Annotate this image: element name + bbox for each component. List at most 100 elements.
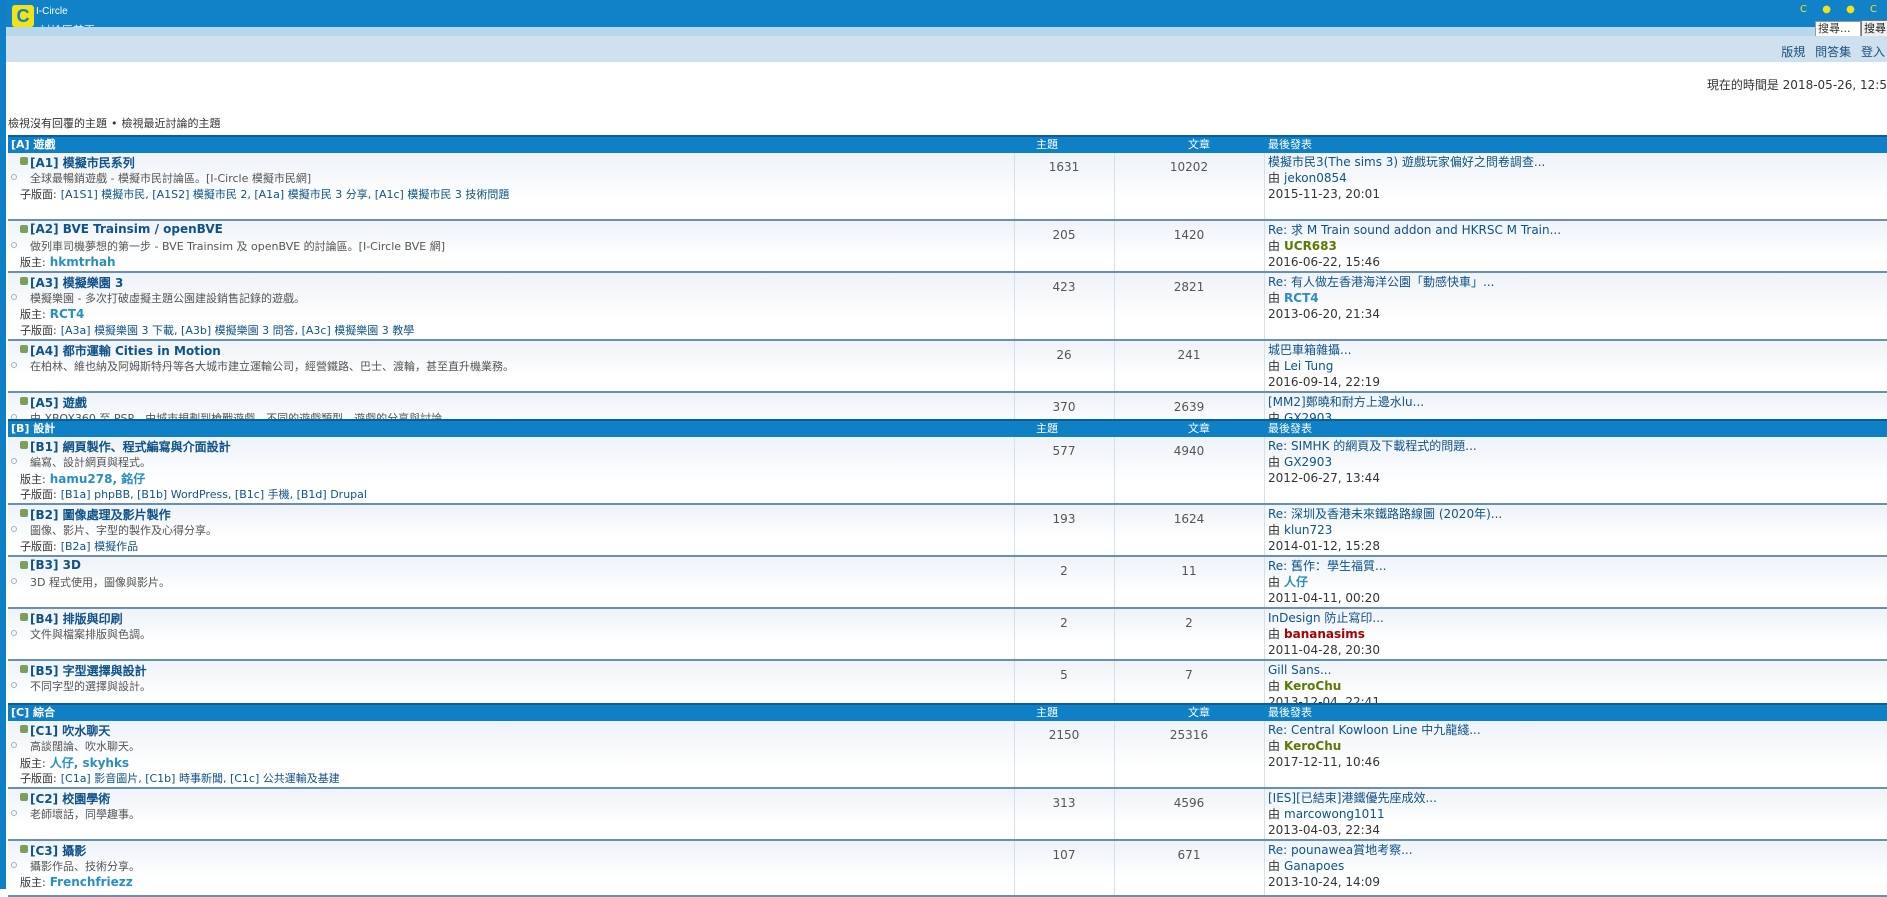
column-divider [1264, 341, 1265, 391]
active-topics-link[interactable]: 檢視最近討論的主題 [122, 117, 221, 130]
forum-category: [A] 遊戲 主題 文章 最後發表 [A1] 模擬市民系列 全球最暢銷遊戲 - 模擬市民討… [8, 135, 1887, 446]
last-post-title[interactable]: 城巴車箱雜攝... [1268, 342, 1380, 358]
subforum-links[interactable]: [A3a] 模擬樂園 3 下載, [A3b] 模擬樂園 3 問答, [A3c] … [61, 324, 415, 337]
last-post-author[interactable]: bananasims [1284, 627, 1365, 641]
moderator-names[interactable]: RCT4 [50, 307, 85, 321]
forum-name[interactable]: [A1] 模擬市民系列 [30, 154, 135, 171]
moderator-names[interactable]: hkmtrhah [50, 255, 116, 269]
forum-name[interactable]: [C3] 攝影 [30, 842, 86, 859]
last-post-title[interactable]: 模擬市民3(The sims 3) 遊戲玩家偏好之問卷調查... [1268, 154, 1545, 170]
forum-subforums: 子版面: [C1a] 影音圖片, [C1b] 時事新聞, [C1c] 公共運輸及基… [20, 770, 340, 786]
post-count: 241 [1177, 348, 1201, 362]
category-header: [B] 設計 主題 文章 最後發表 [8, 419, 1887, 437]
subforum-links[interactable]: [B1a] phpBB, [B1b] WordPress, [B1c] 手機, … [61, 488, 367, 501]
forum-name[interactable]: [B5] 字型選擇與設計 [30, 662, 147, 679]
last-post-author[interactable]: marcowong1011 [1284, 807, 1385, 821]
forum-moderators: 版主: hamu278, 銘仔 [20, 470, 145, 487]
column-divider [1264, 557, 1265, 607]
forum-status-icon [20, 397, 28, 405]
forum-subforums: 子版面: [B1a] phpBB, [B1b] WordPress, [B1c] … [20, 486, 367, 502]
last-post-author[interactable]: KeroChu [1284, 739, 1341, 753]
subforum-label: 子版面: [20, 772, 57, 785]
topics-column-header: 主題 [1036, 422, 1058, 435]
forum-name[interactable]: [B2] 圖像處理及影片製作 [30, 506, 171, 523]
forum-name[interactable]: [C2] 校園學術 [30, 790, 110, 807]
last-post: Re: 深圳及香港未來鐵路路線圖 (2020年)... 由 klun723 2014-… [1268, 506, 1502, 554]
forum-name[interactable]: [A2] BVE Trainsim / openBVE [30, 222, 223, 236]
posts-column-header: 文章 [1188, 138, 1210, 151]
forum-name[interactable]: [B3] 3D [30, 558, 81, 572]
last-post-author[interactable]: Lei Tung [1284, 359, 1333, 373]
forum-name[interactable]: [C1] 吹水聊天 [30, 722, 110, 739]
last-post-date: 2011-04-28, 20:30 [1268, 643, 1380, 657]
forum-row: [A4] 都市運輸 Cities in Motion 在柏林、維也納及阿姆斯特丹等… [8, 341, 1887, 393]
last-post-title[interactable]: Re: pounawea賞地考察... [1268, 842, 1413, 858]
last-post-title[interactable]: InDesign 防止寫印... [1268, 610, 1384, 626]
last-post-author[interactable]: GX2903 [1284, 455, 1332, 469]
last-post-title[interactable]: [IES][已結束]港鐵優先座成效... [1268, 790, 1437, 806]
forum-category: [C] 綜合 主題 文章 最後發表 [C1] 吹水聊天 高談闊論、吹水聊天。 版主: 人仔, … [8, 703, 1887, 897]
search-input[interactable]: 搜尋... [1815, 21, 1861, 37]
last-post: 模擬市民3(The sims 3) 遊戲玩家偏好之問卷調查... 由 jekon08… [1268, 154, 1545, 202]
nav-login-link[interactable]: 登入 [1861, 45, 1885, 59]
site-header: C I-Circle 討論區首頁 C ● ● C [6, 0, 1887, 36]
forum-moderators: 版主: RCT4 [20, 306, 84, 322]
last-post-author-line: 由 GX2903 [1268, 454, 1477, 470]
last-post-author-line: 由 Lei Tung [1268, 358, 1380, 374]
category-name[interactable]: [C] 綜合 [11, 705, 55, 721]
last-post-author[interactable]: Ganapoes [1284, 859, 1344, 873]
last-post-author[interactable]: KeroChu [1284, 679, 1341, 693]
last-post-title[interactable]: Re: 深圳及香港未來鐵路路線圖 (2020年)... [1268, 506, 1502, 522]
last-post-title[interactable]: Re: Central Kowloon Line 中九龍綫... [1268, 722, 1481, 738]
by-label: 由 [1268, 807, 1281, 821]
forum-status-icon [20, 157, 28, 165]
last-post: 城巴車箱雜攝... 由 Lei Tung 2016-09-14, 22:19 [1268, 342, 1380, 390]
last-post-title[interactable]: Gill Sans... [1268, 662, 1380, 678]
last-post-date: 2011-04-11, 00:20 [1268, 591, 1380, 605]
last-post-author[interactable]: RCT4 [1284, 291, 1319, 305]
last-post-author[interactable]: klun723 [1284, 523, 1332, 537]
last-post-title[interactable]: Re: 有人做左香港海洋公園「動感快車」... [1268, 274, 1494, 290]
last-post-title[interactable]: Re: SIMHK 的網頁及下載程式的問題... [1268, 438, 1477, 454]
post-count: 1624 [1173, 512, 1205, 526]
last-post-date: 2016-06-22, 15:46 [1268, 255, 1380, 269]
site-logo[interactable]: C [12, 5, 34, 27]
last-post: Re: SIMHK 的網頁及下載程式的問題... 由 GX2903 2012-06-2… [1268, 438, 1477, 486]
moderator-names[interactable]: 人仔, skyhks [50, 756, 129, 770]
bullet-icon [11, 362, 17, 368]
post-count: 671 [1177, 848, 1201, 862]
forum-name[interactable]: [A5] 遊戲 [30, 394, 87, 411]
subforum-links[interactable]: [C1a] 影音圖片, [C1b] 時事新聞, [C1c] 公共運輸及基建 [61, 772, 340, 785]
forum-name[interactable]: [B4] 排版與印刷 [30, 610, 123, 627]
moderator-label: 版主: [20, 473, 46, 486]
category-header: [C] 綜合 主題 文章 最後發表 [8, 703, 1887, 721]
last-post-title[interactable]: [MM2]鄭曉和耐方上邊水lu... [1268, 394, 1424, 410]
last-post-author-line: 由 KeroChu [1268, 738, 1481, 754]
subforum-links[interactable]: [A1S1] 模擬市民, [A1S2] 模擬市民 2, [A1a] 模擬市民 3… [61, 188, 510, 201]
forum-name[interactable]: [A3] 模擬樂園 3 [30, 274, 123, 291]
last-post-author[interactable]: jekon0854 [1284, 171, 1347, 185]
moderator-names[interactable]: Frenchfriezz [50, 875, 133, 889]
subforum-links[interactable]: [B2a] 模擬作品 [61, 540, 138, 553]
forum-name[interactable]: [A4] 都市運輸 Cities in Motion [30, 342, 221, 359]
forum-status-icon [20, 561, 28, 569]
last-post-author[interactable]: UCR683 [1284, 239, 1337, 253]
nav-faq-link[interactable]: 問答集 [1815, 45, 1851, 59]
last-post-author-line: 由 Ganapoes [1268, 858, 1413, 874]
unanswered-topics-link[interactable]: 檢視沒有回覆的主題 [8, 117, 107, 130]
by-label: 由 [1268, 859, 1281, 873]
column-divider [1264, 437, 1265, 503]
category-name[interactable]: [A] 遊戲 [11, 137, 55, 153]
category-name[interactable]: [B] 設計 [11, 421, 55, 437]
separator: • [111, 117, 118, 130]
forum-name[interactable]: [B1] 網頁製作、程式編寫與介面設計 [30, 438, 231, 455]
last-post-author-line: 由 UCR683 [1268, 238, 1561, 254]
subforum-label: 子版面: [20, 488, 57, 501]
nav-rules-link[interactable]: 版規 [1781, 45, 1805, 59]
last-post-title[interactable]: Re: 求 M Train sound addon and HKRSC M Tr… [1268, 222, 1561, 238]
bullet-icon [11, 578, 17, 584]
last-post-title[interactable]: Re: 舊作：學生福質... [1268, 558, 1386, 574]
moderator-names[interactable]: hamu278, 銘仔 [50, 472, 145, 486]
site-title[interactable]: I-Circle [36, 6, 68, 17]
last-post-author[interactable]: 人仔 [1284, 575, 1308, 589]
